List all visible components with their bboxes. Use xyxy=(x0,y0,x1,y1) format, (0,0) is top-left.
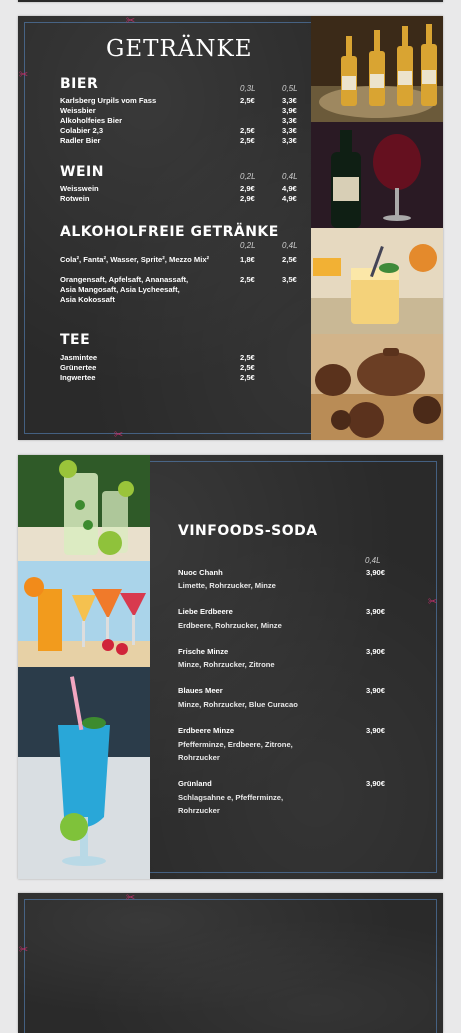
mango-smoothie-photo xyxy=(311,228,443,334)
list-item: Grünland xyxy=(178,779,212,788)
price-large: 3,3€ xyxy=(282,116,297,125)
list-item: Grünertee xyxy=(60,363,97,372)
price-small: 1,8€ xyxy=(240,255,255,264)
price-large: 3,3€ xyxy=(282,126,297,135)
list-item: Nuoc Chanh xyxy=(178,568,223,577)
price: 3,90€ xyxy=(365,647,385,656)
item-description: Minze, Rohrzucker, Zitrone xyxy=(178,660,275,669)
price: 3,90€ xyxy=(365,686,385,695)
price-small: 2,5€ xyxy=(240,136,255,145)
teapot-photo xyxy=(311,334,443,440)
list-item: Liebe Erdbeere xyxy=(178,607,233,616)
list-item: Colabier 2,3 xyxy=(60,126,104,135)
page-title: GETRÄNKE xyxy=(106,36,253,62)
list-item: Alkoholfeies Bier xyxy=(60,116,123,125)
list-item: Radler Bier xyxy=(60,136,101,145)
price-large: 4,9€ xyxy=(282,184,297,193)
list-item: Weisswein xyxy=(60,184,99,193)
list-item: Jasmintee xyxy=(60,353,98,362)
price: 3,90€ xyxy=(365,568,385,577)
section-heading-alkoholfrei: ALKOHOLFREIE GETRÄNKE xyxy=(60,224,279,240)
list-item: Ingwertee xyxy=(60,373,96,382)
crop-mark-icon: ✂ xyxy=(19,68,29,81)
list-item: Orangensaft, Apfelsaft, Ananassaft, xyxy=(60,275,189,284)
crop-mark-icon: ✂ xyxy=(126,16,136,27)
item-description: Minze, Rohrzucker, Blue Curacao xyxy=(178,700,298,709)
price-small: 2,9€ xyxy=(240,194,255,203)
list-item: Weissbier xyxy=(60,106,96,115)
list-item: Rotwein xyxy=(60,194,90,203)
blue-curacao-photo xyxy=(18,667,150,879)
price-small: 2,5€ xyxy=(240,363,255,372)
price-small: 2,5€ xyxy=(240,353,255,362)
previous-menu-page xyxy=(18,0,443,2)
price-large: 3,3€ xyxy=(282,96,297,105)
lime-mojito-photo xyxy=(18,455,150,561)
menu-page-next: ✂ ✂ xyxy=(18,893,443,1033)
price-large: 3,9€ xyxy=(282,106,297,115)
section-heading-wein: WEIN xyxy=(60,164,104,180)
price-small: 2,5€ xyxy=(240,96,255,105)
price-large: 4,9€ xyxy=(282,194,297,203)
unit-label: 0,5L xyxy=(282,84,298,93)
unit-label: 0,3L xyxy=(240,84,256,93)
item-description: Erdbeere, Rohrzucker, Minze xyxy=(178,621,282,630)
crop-mark-icon: ✂ xyxy=(428,595,438,608)
section-heading-bier: BIER xyxy=(60,76,99,92)
list-item: Blaues Meer xyxy=(178,686,223,695)
price-small: 2,5€ xyxy=(240,126,255,135)
price: 3,90€ xyxy=(365,607,385,616)
item-description: Limette, Rohrzucker, Minze xyxy=(178,581,276,590)
unit-label: 0,2L xyxy=(240,241,256,250)
fruit-cocktails-photo xyxy=(18,561,150,667)
page-frame xyxy=(24,899,437,1033)
menu-page-soda: ✂ VINFOODS-SODA 0,4L Nuoc Chanh 3,90€ Li… xyxy=(18,455,443,879)
crop-mark-icon: ✂ xyxy=(19,943,29,956)
price-large: 3,3€ xyxy=(282,136,297,145)
unit-label: 0,4L xyxy=(282,241,298,250)
section-heading-tee: TEE xyxy=(60,332,91,348)
beer-bottles-photo xyxy=(311,16,443,122)
unit-label: 0,2L xyxy=(240,172,256,181)
list-item: Erdbeere Minze xyxy=(178,726,235,735)
unit-label: 0,4L xyxy=(365,556,381,565)
list-item: Karlsberg Urpils vom Fass xyxy=(60,96,157,105)
crop-mark-icon: ✂ xyxy=(126,893,136,904)
red-wine-photo xyxy=(311,122,443,228)
price-large: 2,5€ xyxy=(282,255,297,264)
section-heading-soda: VINFOODS-SODA xyxy=(178,523,318,539)
list-item: Asia Mangosaft, Asia Lycheesaft, xyxy=(60,285,180,294)
price: 3,90€ xyxy=(365,726,385,735)
crop-mark-icon: ✂ xyxy=(114,428,124,440)
unit-label: 0,4L xyxy=(282,172,298,181)
price: 3,90€ xyxy=(365,779,385,788)
price-small: 2,5€ xyxy=(240,275,255,284)
list-item: Cola², Fanta², Wasser, Sprite², Mezzo Mi… xyxy=(60,255,210,264)
menu-page-getraenke: ✂ ✂ ✂ GETRÄNKE BIER 0,3L 0,5L Karlsberg … xyxy=(18,16,443,440)
item-description: Pfefferminze, Erdbeere, Zitrone, Rohrzuc… xyxy=(178,740,293,762)
list-item: Frische Minze xyxy=(178,647,229,656)
price-small: 2,5€ xyxy=(240,373,255,382)
price-large: 3,5€ xyxy=(282,275,297,284)
list-item: Asia Kokossaft xyxy=(60,295,115,304)
price-small: 2,9€ xyxy=(240,184,255,193)
item-description: Schlagsahne e, Pfefferminze, Rohrzucker xyxy=(178,793,284,815)
